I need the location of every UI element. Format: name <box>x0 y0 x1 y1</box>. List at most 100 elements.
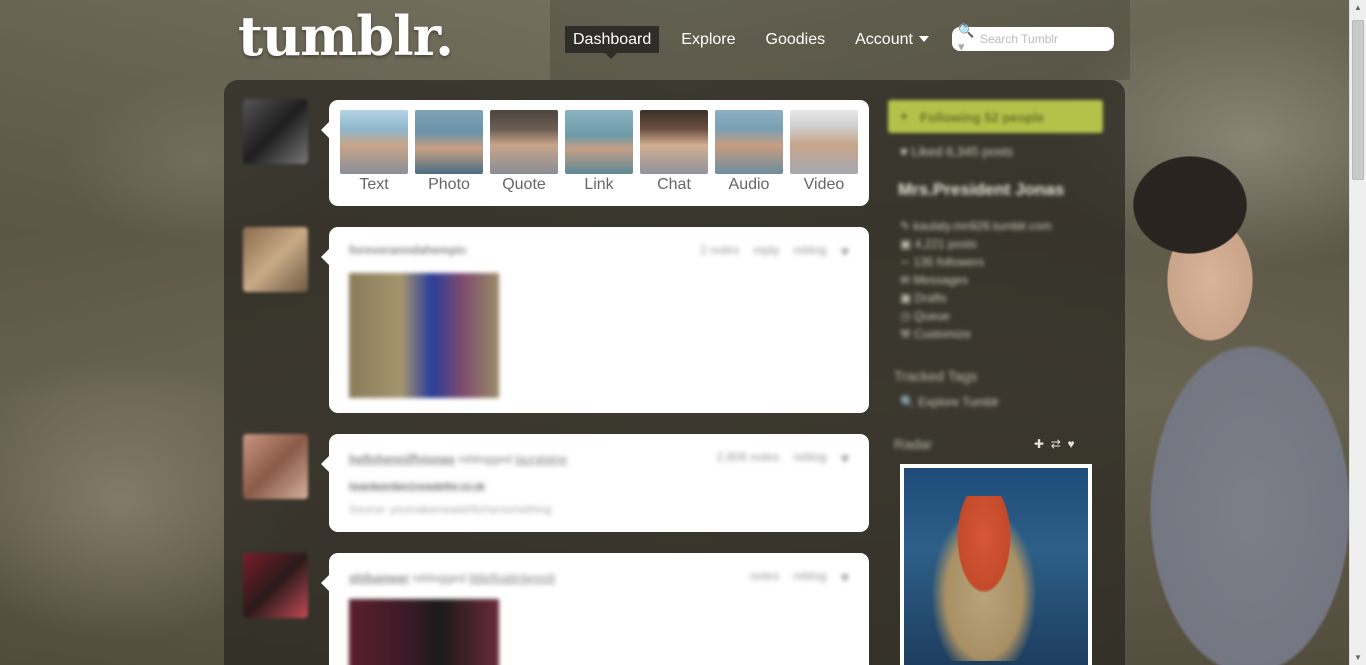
radar-actions: ✚ ⇄ ♥ <box>1034 437 1075 451</box>
blog-url-label: kaulaly.mn926.tumblr.com <box>913 219 1052 233</box>
dashboard-post: hellohenniffyjonas reblogged lauralaine … <box>321 434 869 532</box>
queue-link[interactable]: ◷ Queue <box>900 309 950 323</box>
document-icon: ▣ <box>900 237 915 251</box>
post-type-link[interactable]: Link <box>564 110 634 194</box>
blog-title[interactable]: Mrs.President Jonas <box>898 180 1064 200</box>
radar-image[interactable] <box>900 464 1092 665</box>
dashboard-post: shilueneer reblogged littlefloatinterest… <box>321 553 869 665</box>
text-thumb <box>340 110 408 174</box>
plus-icon[interactable]: ✚ <box>1034 437 1044 451</box>
drafts-link[interactable]: ▣ Drafts <box>900 291 947 305</box>
heart-icon[interactable]: ♥ <box>1067 437 1074 451</box>
followers-label: 135 followers <box>913 255 985 269</box>
post-reblog-line: shilueneer reblogged littlefloatinterest… <box>349 571 555 585</box>
explore-tumblr-link[interactable]: 🔍 Explore Tumblr <box>900 395 999 409</box>
post-type-chat-label: Chat <box>657 176 691 193</box>
search-icon: 🔍▾ <box>958 23 975 54</box>
post-type-text[interactable]: Text <box>339 110 409 194</box>
nav-explore[interactable]: Explore <box>673 26 743 53</box>
tumblr-logo[interactable]: tumblr. <box>238 4 454 68</box>
reblogged-text: reblogged <box>412 571 466 585</box>
post-notes[interactable]: notes <box>750 569 779 585</box>
reply-button[interactable]: reply <box>753 243 779 259</box>
wrench-icon: ⚒ <box>900 327 915 341</box>
draft-icon: ▣ <box>900 291 915 305</box>
like-heart-icon[interactable]: ♥ <box>841 450 849 466</box>
messages-label: Messages <box>913 273 969 287</box>
post-type-video[interactable]: Video <box>789 110 859 194</box>
post-type-photo[interactable]: Photo <box>414 110 484 194</box>
audio-thumb <box>715 110 783 174</box>
post-type-chat[interactable]: Chat <box>639 110 709 194</box>
user-avatar[interactable] <box>243 99 308 164</box>
customize-label: Customize <box>914 327 971 341</box>
messages-link[interactable]: ✉ Messages <box>900 273 968 287</box>
post-type-audio-label: Audio <box>728 176 770 193</box>
search-input[interactable] <box>980 32 1105 46</box>
quote-thumb <box>490 110 558 174</box>
scroll-up-icon[interactable]: ▲ <box>1353 3 1363 12</box>
post-controls: 2,808 notes reblog ♥ <box>717 450 849 466</box>
link-thumb <box>565 110 633 174</box>
reblogged-text: reblogged <box>458 452 512 466</box>
post-author[interactable]: shilueneer <box>349 571 409 585</box>
post-type-link-label: Link <box>584 176 614 193</box>
source-author[interactable]: lauralaine <box>515 452 567 466</box>
post-author[interactable]: foreveranndahempic <box>349 243 467 257</box>
mail-icon: ✉ <box>900 273 914 287</box>
post-type-photo-label: Photo <box>428 176 470 193</box>
posts-count-label: 4,221 posts <box>914 237 977 251</box>
followers-link[interactable]: ∼ 135 followers <box>900 255 984 269</box>
post-type-audio[interactable]: Audio <box>714 110 784 194</box>
clock-icon: ◷ <box>900 309 914 323</box>
scroll-down-icon[interactable]: ▼ <box>1353 653 1363 662</box>
top-nav: Dashboard Explore Goodies Account <box>565 26 951 59</box>
chat-thumb <box>640 110 708 174</box>
posts-count-link[interactable]: ▣ 4,221 posts <box>900 237 977 251</box>
post-type-text-label: Text <box>359 176 389 193</box>
photo-thumb <box>415 110 483 174</box>
page-scrollbar[interactable]: ▲ ▼ <box>1349 0 1366 665</box>
post-avatar[interactable] <box>243 553 308 618</box>
background-person-image <box>1120 150 1366 665</box>
post-photo[interactable] <box>349 599 499 665</box>
search-icon: 🔍 <box>900 395 919 409</box>
nav-account-label: Account <box>855 31 913 48</box>
post-controls: notes reblog ♥ <box>750 569 849 585</box>
drafts-label: Drafts <box>914 291 947 305</box>
reblog-button[interactable]: reblog <box>793 569 826 585</box>
like-heart-icon[interactable]: ♥ <box>841 569 849 585</box>
liked-posts-link[interactable]: ♥ Liked 6,345 posts <box>900 144 1013 159</box>
post-controls: 2 notes reply reblog ♥ <box>700 243 849 259</box>
queue-label: Queue <box>913 309 950 323</box>
post-type-selector: Text Photo Quote Link Chat Audio Video <box>321 100 869 206</box>
scroll-thumb[interactable] <box>1352 20 1364 180</box>
blog-url-link[interactable]: ✎ kaulaly.mn926.tumblr.com <box>900 219 1052 233</box>
post-photo[interactable] <box>349 273 499 398</box>
post-avatar[interactable] <box>243 434 308 499</box>
caret-down-icon <box>918 36 929 42</box>
post-type-quote-label: Quote <box>502 176 546 193</box>
post-type-quote[interactable]: Quote <box>489 110 559 194</box>
like-heart-icon[interactable]: ♥ <box>841 243 849 259</box>
post-avatar[interactable] <box>243 227 308 292</box>
nav-dashboard[interactable]: Dashboard <box>565 26 660 59</box>
customize-link[interactable]: ⚒ Customize <box>900 327 971 341</box>
post-notes[interactable]: 2,808 notes <box>717 450 780 466</box>
search-box[interactable]: 🔍▾ <box>952 23 1114 54</box>
liked-posts-label: Liked 6,345 posts <box>911 144 1014 159</box>
following-label: Following 52 people <box>920 110 1045 125</box>
reblog-button[interactable]: reblog <box>793 243 826 259</box>
reblog-button[interactable]: reblog <box>793 450 826 466</box>
following-button[interactable]: ● Following 52 people <box>888 100 1103 133</box>
post-author[interactable]: hellohenniffyjonas <box>349 452 455 466</box>
reblog-icon[interactable]: ⇄ <box>1051 437 1061 451</box>
source-author[interactable]: littlefloatinteresti <box>469 571 555 585</box>
radar-painting <box>924 496 1044 661</box>
post-body: heardwordies1nowdethe.co.ok <box>349 482 485 493</box>
post-notes[interactable]: 2 notes <box>700 243 739 259</box>
nav-goodies[interactable]: Goodies <box>758 26 834 53</box>
nav-account[interactable]: Account <box>847 26 937 53</box>
post-source[interactable]: Source: youmakemewishforhersomething <box>349 504 551 516</box>
explore-tumblr-label: Explore Tumblr <box>918 395 999 409</box>
